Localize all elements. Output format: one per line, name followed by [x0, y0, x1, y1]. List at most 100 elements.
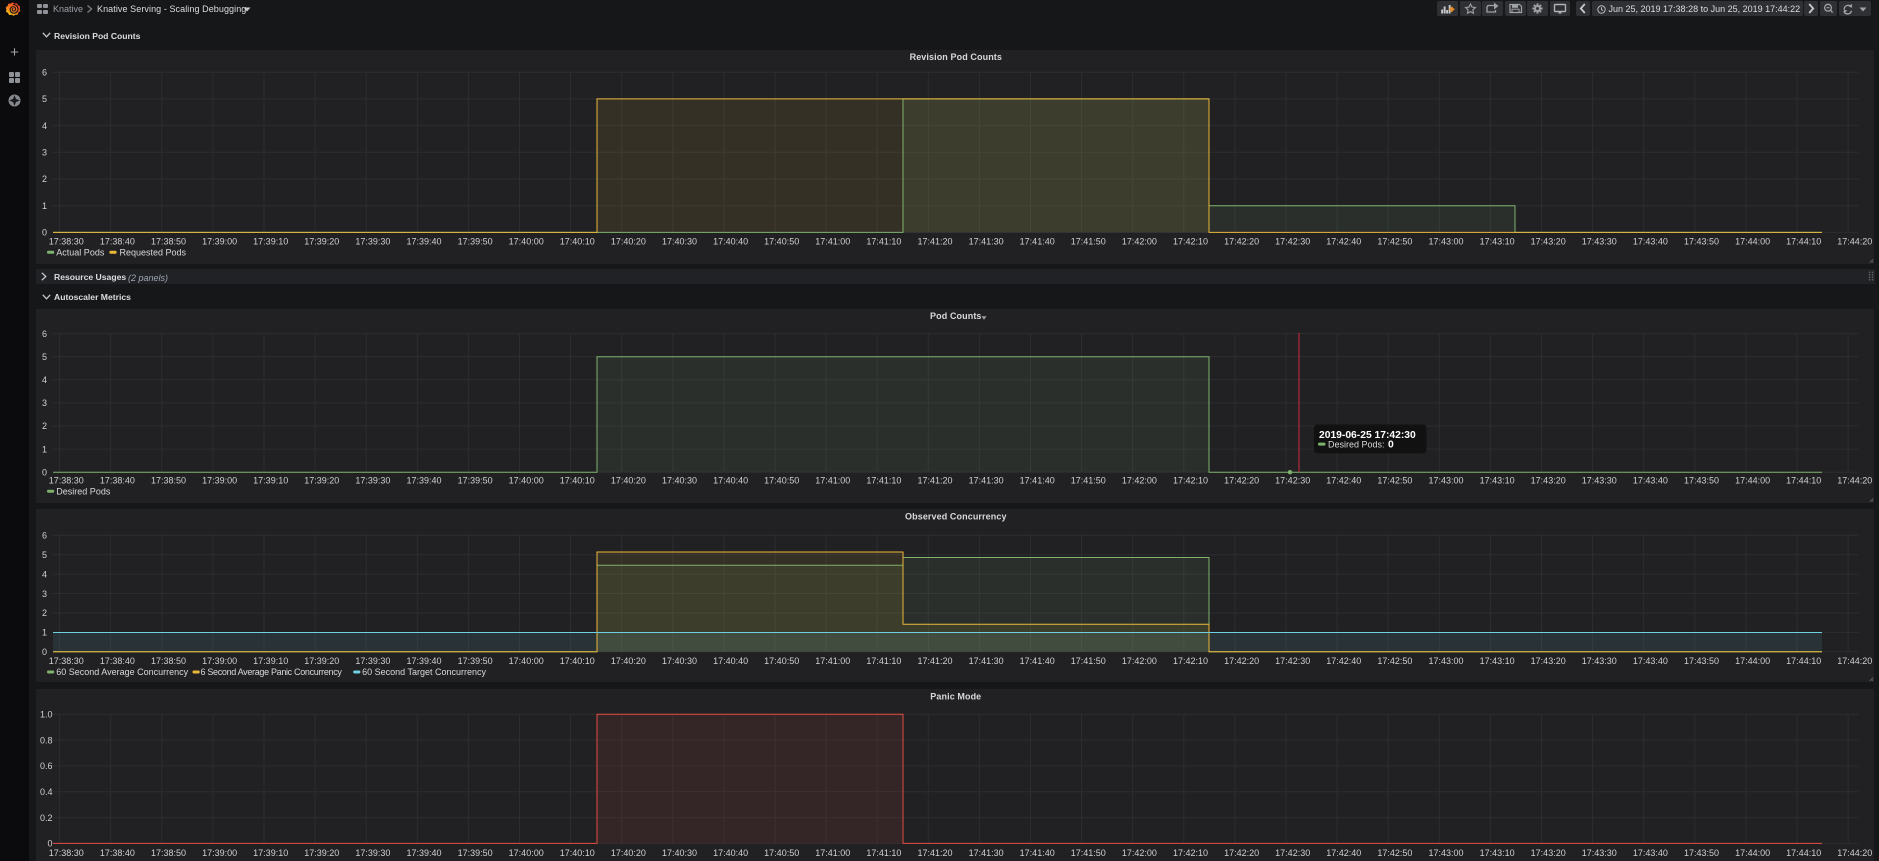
svg-text:17:42:10: 17:42:10	[1173, 476, 1208, 486]
svg-text:17:40:50: 17:40:50	[764, 476, 799, 486]
svg-text:17:38:30: 17:38:30	[49, 656, 84, 666]
svg-text:17:44:10: 17:44:10	[1786, 848, 1821, 858]
svg-text:17:41:30: 17:41:30	[969, 848, 1004, 858]
svg-text:17:41:10: 17:41:10	[866, 848, 901, 858]
svg-text:17:39:30: 17:39:30	[355, 848, 390, 858]
svg-text:2: 2	[42, 421, 47, 431]
svg-text:17:40:20: 17:40:20	[611, 848, 646, 858]
svg-text:17:41:50: 17:41:50	[1071, 237, 1106, 247]
svg-text:17:39:40: 17:39:40	[406, 656, 441, 666]
svg-text:4: 4	[42, 375, 47, 385]
svg-text:17:40:20: 17:40:20	[611, 476, 646, 486]
svg-text:17:39:30: 17:39:30	[355, 237, 390, 247]
svg-text:17:42:20: 17:42:20	[1224, 237, 1259, 247]
svg-text:17:39:50: 17:39:50	[458, 656, 493, 666]
svg-text:6 Second Average Panic Concurr: 6 Second Average Panic Concurrency	[201, 667, 343, 677]
svg-text:17:42:00: 17:42:00	[1122, 848, 1157, 858]
svg-text:60 Second Average Concurrency: 60 Second Average Concurrency	[56, 667, 188, 677]
svg-text:17:40:20: 17:40:20	[611, 656, 646, 666]
svg-text:17:38:40: 17:38:40	[100, 237, 135, 247]
svg-text:17:41:50: 17:41:50	[1071, 476, 1106, 486]
svg-text:17:41:20: 17:41:20	[917, 656, 952, 666]
svg-text:17:42:00: 17:42:00	[1122, 237, 1157, 247]
svg-text:4: 4	[42, 569, 47, 579]
svg-text:17:41:20: 17:41:20	[917, 848, 952, 858]
svg-text:17:41:10: 17:41:10	[866, 656, 901, 666]
svg-text:17:40:00: 17:40:00	[509, 476, 544, 486]
svg-text:3: 3	[42, 148, 47, 158]
svg-text:17:43:50: 17:43:50	[1684, 656, 1719, 666]
svg-text:17:43:10: 17:43:10	[1480, 237, 1515, 247]
svg-text:17:42:10: 17:42:10	[1173, 848, 1208, 858]
svg-text:17:40:50: 17:40:50	[764, 656, 799, 666]
svg-text:17:43:50: 17:43:50	[1684, 848, 1719, 858]
svg-text:17:39:40: 17:39:40	[406, 848, 441, 858]
svg-text:4: 4	[42, 121, 47, 131]
svg-text:17:44:20: 17:44:20	[1837, 848, 1872, 858]
svg-text:2: 2	[42, 608, 47, 618]
svg-text:17:39:40: 17:39:40	[406, 476, 441, 486]
svg-text:17:40:40: 17:40:40	[713, 656, 748, 666]
svg-text:17:42:50: 17:42:50	[1377, 848, 1412, 858]
svg-text:17:40:30: 17:40:30	[662, 476, 697, 486]
svg-text:17:43:30: 17:43:30	[1582, 656, 1617, 666]
svg-text:17:39:20: 17:39:20	[304, 476, 339, 486]
svg-text:17:40:50: 17:40:50	[764, 848, 799, 858]
svg-text:17:43:20: 17:43:20	[1531, 237, 1566, 247]
svg-text:17:42:30: 17:42:30	[1275, 237, 1310, 247]
svg-text:17:41:00: 17:41:00	[815, 476, 850, 486]
svg-text:1.0: 1.0	[40, 710, 53, 720]
svg-text:17:40:40: 17:40:40	[713, 237, 748, 247]
svg-text:17:42:40: 17:42:40	[1326, 237, 1361, 247]
svg-text:17:39:50: 17:39:50	[458, 237, 493, 247]
svg-text:17:38:50: 17:38:50	[151, 476, 186, 486]
svg-text:5: 5	[42, 94, 47, 104]
svg-text:17:43:50: 17:43:50	[1684, 476, 1719, 486]
svg-text:17:40:50: 17:40:50	[764, 237, 799, 247]
svg-text:6: 6	[42, 67, 47, 77]
svg-text:17:43:50: 17:43:50	[1684, 237, 1719, 247]
svg-text:17:40:40: 17:40:40	[713, 848, 748, 858]
svg-text:17:44:10: 17:44:10	[1786, 476, 1821, 486]
svg-text:1: 1	[42, 201, 47, 211]
svg-text:17:43:10: 17:43:10	[1480, 848, 1515, 858]
svg-text:17:43:00: 17:43:00	[1428, 848, 1463, 858]
svg-text:0: 0	[42, 647, 47, 657]
svg-text:Actual Pods: Actual Pods	[56, 248, 105, 258]
svg-text:17:40:00: 17:40:00	[509, 656, 544, 666]
svg-text:17:42:30: 17:42:30	[1275, 848, 1310, 858]
svg-text:17:40:40: 17:40:40	[713, 476, 748, 486]
svg-text:17:39:40: 17:39:40	[406, 237, 441, 247]
svg-text:17:42:00: 17:42:00	[1122, 656, 1157, 666]
svg-text:17:39:30: 17:39:30	[355, 656, 390, 666]
svg-text:17:39:10: 17:39:10	[253, 476, 288, 486]
svg-text:17:40:20: 17:40:20	[611, 237, 646, 247]
svg-text:17:44:10: 17:44:10	[1786, 237, 1821, 247]
svg-text:17:42:30: 17:42:30	[1275, 476, 1310, 486]
svg-text:17:43:00: 17:43:00	[1428, 656, 1463, 666]
svg-text:17:39:00: 17:39:00	[202, 476, 237, 486]
svg-text:17:41:00: 17:41:00	[815, 237, 850, 247]
svg-text:17:40:30: 17:40:30	[662, 848, 697, 858]
svg-text:17:44:10: 17:44:10	[1786, 656, 1821, 666]
svg-text:17:41:30: 17:41:30	[969, 476, 1004, 486]
svg-text:17:41:20: 17:41:20	[917, 476, 952, 486]
svg-text:0.8: 0.8	[40, 735, 53, 745]
svg-text:17:39:10: 17:39:10	[253, 656, 288, 666]
svg-text:17:41:40: 17:41:40	[1020, 656, 1055, 666]
svg-text:17:42:10: 17:42:10	[1173, 656, 1208, 666]
svg-text:17:40:10: 17:40:10	[560, 848, 595, 858]
svg-text:5: 5	[42, 352, 47, 362]
svg-text:17:39:00: 17:39:00	[202, 656, 237, 666]
svg-text:17:40:00: 17:40:00	[509, 237, 544, 247]
svg-text:17:38:50: 17:38:50	[151, 237, 186, 247]
svg-text:17:43:40: 17:43:40	[1633, 656, 1668, 666]
svg-text:17:42:20: 17:42:20	[1224, 848, 1259, 858]
svg-text:17:38:40: 17:38:40	[100, 848, 135, 858]
svg-text:17:41:30: 17:41:30	[969, 656, 1004, 666]
svg-text:17:44:20: 17:44:20	[1837, 656, 1872, 666]
svg-text:17:39:50: 17:39:50	[458, 848, 493, 858]
svg-text:17:43:30: 17:43:30	[1582, 848, 1617, 858]
svg-text:17:39:00: 17:39:00	[202, 237, 237, 247]
svg-text:1: 1	[42, 444, 47, 454]
